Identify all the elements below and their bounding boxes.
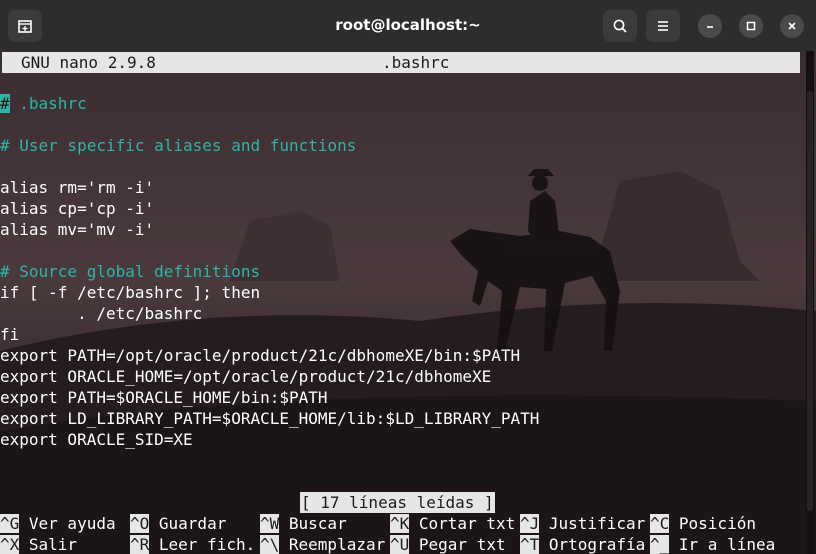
- file-name: .bashrc: [382, 53, 450, 72]
- shortcut-goto-line[interactable]: ^_ Ir a línea: [650, 534, 775, 554]
- title-bar: root@localhost:~: [0, 0, 816, 51]
- shortcut-key: ^C: [650, 514, 670, 533]
- maximize-icon: [746, 21, 756, 31]
- shortcut-cut[interactable]: ^K Cortar txt: [390, 513, 515, 534]
- editor-line-10: if [ -f /etc/bashrc ]; then: [0, 283, 261, 302]
- shortcut-key: ^\: [260, 535, 280, 554]
- maximize-button[interactable]: [739, 14, 763, 38]
- nano-version: GNU nano 2.9.8: [21, 53, 156, 72]
- shortcut-position[interactable]: ^C Posición: [650, 513, 756, 534]
- shortcut-key: ^R: [130, 535, 150, 554]
- terminal-area[interactable]: GNU nano 2.9.8 .bashrc # .bashrc # User …: [0, 51, 816, 554]
- text-cursor: #: [0, 94, 10, 113]
- editor-line-13: export PATH=/opt/oracle/product/21c/dbho…: [0, 346, 521, 365]
- window-title: root@localhost:~: [335, 16, 481, 34]
- close-button[interactable]: [780, 14, 804, 38]
- search-icon: [613, 19, 627, 33]
- menu-button[interactable]: [646, 10, 680, 42]
- close-icon: [788, 22, 796, 30]
- shortcut-key: ^O: [130, 514, 150, 533]
- shortcut-exit[interactable]: ^X Salir: [0, 534, 77, 554]
- editor-line-6: alias cp='cp -i': [0, 199, 155, 218]
- scrollbar-thumb[interactable]: [807, 91, 813, 511]
- shortcut-key: ^G: [0, 514, 20, 533]
- editor-line-3: # User specific aliases and functions: [0, 136, 357, 155]
- editor-line-14: export ORACLE_HOME=/opt/oracle/product/2…: [0, 367, 492, 386]
- status-message: [ 17 líneas leídas ]: [300, 492, 495, 513]
- editor-line-17: export ORACLE_SID=XE: [0, 430, 193, 449]
- shortcut-key: ^T: [520, 535, 540, 554]
- shortcut-help[interactable]: ^G Ver ayuda: [0, 513, 116, 534]
- shortcut-key: ^J: [520, 514, 540, 533]
- shortcut-paste[interactable]: ^U Pegar txt: [390, 534, 506, 554]
- editor-line-15: export PATH=$ORACLE_HOME/bin:$PATH: [0, 388, 328, 407]
- shortcut-search[interactable]: ^W Buscar: [260, 513, 347, 534]
- editor-line-1: # .bashrc: [0, 94, 87, 113]
- nano-header-bar: GNU nano 2.9.8 .bashrc: [2, 52, 800, 73]
- new-tab-button[interactable]: [8, 10, 42, 42]
- new-tab-icon: [18, 20, 32, 33]
- terminal-window: root@localhost:~ GNU nano 2.9.8 .bashrc …: [0, 0, 816, 554]
- shortcut-key: ^U: [390, 535, 410, 554]
- search-button[interactable]: [603, 10, 637, 42]
- scrollbar[interactable]: [806, 51, 814, 554]
- minimize-icon: [707, 26, 713, 28]
- shortcut-save[interactable]: ^O Guardar: [130, 513, 226, 534]
- editor-line-9: # Source global definitions: [0, 262, 261, 281]
- hamburger-menu-icon: [658, 21, 668, 31]
- shortcut-spelling[interactable]: ^T Ortografía: [520, 534, 645, 554]
- editor-line-7: alias mv='mv -i': [0, 220, 155, 239]
- shortcut-key: ^W: [260, 514, 280, 533]
- shortcut-read-file[interactable]: ^R Leer fich.: [130, 534, 255, 554]
- shortcut-key: ^X: [0, 535, 20, 554]
- shortcut-key: ^K: [390, 514, 410, 533]
- shortcut-replace[interactable]: ^\ Reemplazar: [260, 534, 385, 554]
- editor-line-16: export LD_LIBRARY_PATH=$ORACLE_HOME/lib:…: [0, 409, 540, 428]
- editor-line-11: . /etc/bashrc: [0, 304, 203, 323]
- shortcut-justify[interactable]: ^J Justificar: [520, 513, 645, 534]
- minimize-button[interactable]: [698, 14, 722, 38]
- editor-line-12: fi: [0, 325, 20, 344]
- editor-line-5: alias rm='rm -i': [0, 178, 155, 197]
- shortcut-key: ^_: [650, 535, 670, 554]
